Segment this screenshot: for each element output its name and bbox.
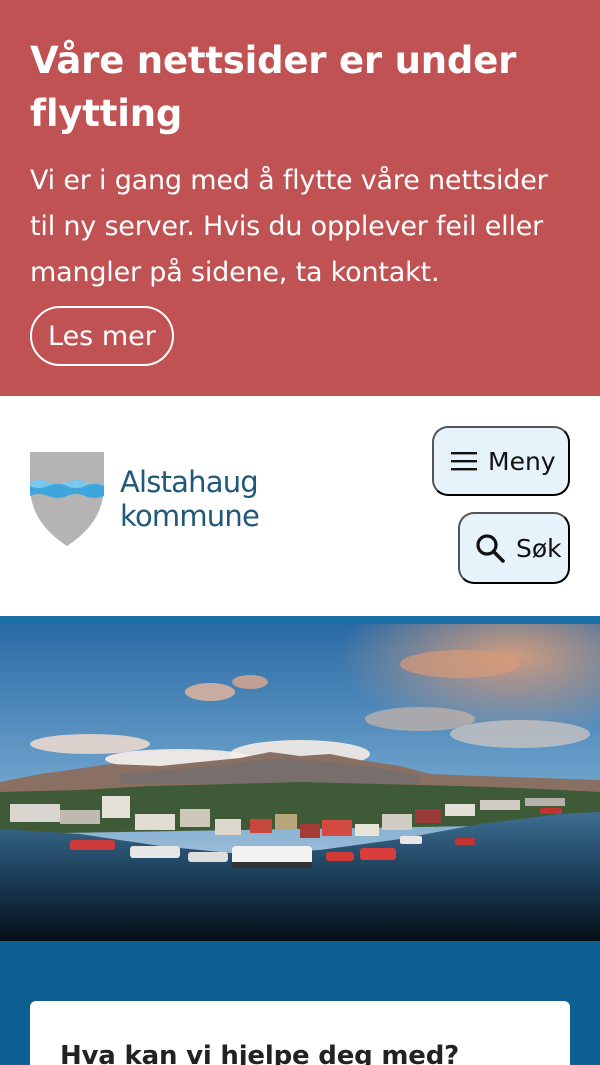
logo-line-1: Alstahaug (120, 465, 259, 499)
hamburger-icon (451, 452, 477, 471)
search-label: Søk (516, 533, 562, 563)
logo-line-2: kommune (120, 499, 260, 533)
notice-banner: Våre nettsider er under flytting Vi er i… (0, 0, 600, 396)
coat-of-arms-icon (30, 452, 104, 546)
menu-button[interactable]: Meny (432, 426, 570, 496)
help-card: Hva kan vi hjelpe deg med? (30, 1001, 570, 1065)
search-icon (476, 534, 505, 563)
hero-top-stripe (0, 616, 600, 624)
help-section: Hva kan vi hjelpe deg med? (0, 941, 600, 1065)
town-panorama-image (0, 624, 600, 941)
site-header: Alstahaug kommune Meny Søk (0, 396, 600, 616)
notice-text: Vi er i gang med å flytte våre nettsider… (30, 165, 548, 288)
read-more-button[interactable]: Les mer (30, 306, 174, 366)
search-button[interactable]: Søk (458, 512, 570, 584)
help-title: Hva kan vi hjelpe deg med? (60, 1041, 460, 1065)
notice-title: Våre nettsider er under flytting (30, 39, 517, 135)
menu-label: Meny (488, 446, 556, 476)
site-logo-link[interactable]: Alstahaug kommune (30, 452, 260, 546)
logo-text: Alstahaug kommune (120, 465, 260, 533)
hero-image (0, 624, 600, 941)
